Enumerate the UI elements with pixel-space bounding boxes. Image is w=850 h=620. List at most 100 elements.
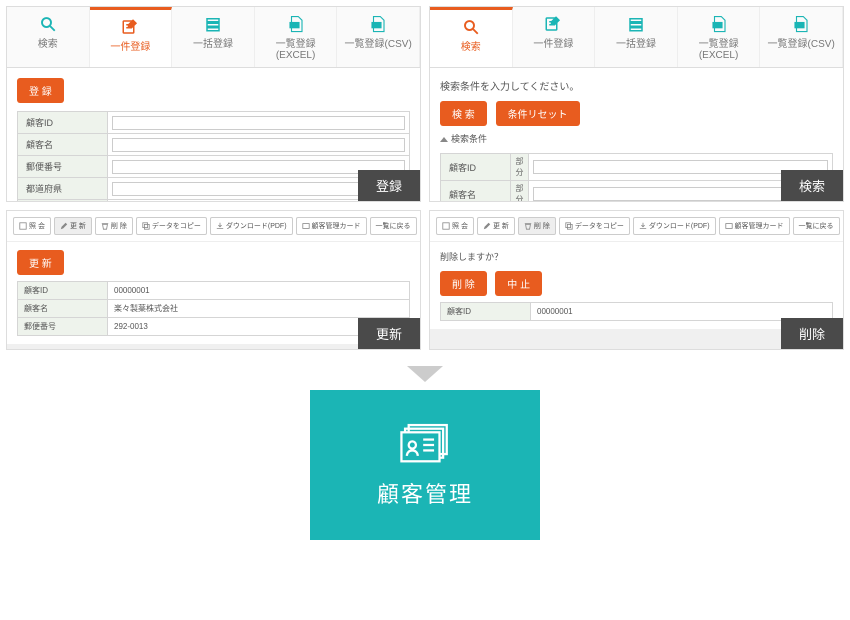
svg-text:CSV: CSV: [796, 23, 804, 27]
condition-header[interactable]: 検索条件: [440, 132, 833, 145]
search-button[interactable]: 検 索: [440, 101, 487, 126]
tab-single-register[interactable]: 一件登録: [90, 7, 173, 67]
tabs: 検索 一件登録 一括登録 XLS 一覧登録(EXCEL) CSV 一覧登録(CS…: [7, 7, 420, 68]
delete-button[interactable]: 削 除: [518, 217, 556, 235]
back-button[interactable]: 一覧に戻る: [793, 217, 840, 235]
card-icon: [725, 222, 733, 230]
reset-button[interactable]: 条件リセット: [496, 101, 580, 126]
toolbar: 照 会 更 新 削 除 データをコピー ダウンロード(PDF) 顧客管理カード …: [7, 211, 420, 242]
tab-list-csv[interactable]: CSV 一覧登録(CSV): [337, 7, 420, 67]
arrow-down-icon: [407, 366, 443, 382]
svg-text:XLS: XLS: [291, 23, 299, 27]
update-table: 顧客ID00000001 顧客名楽々製薬株式会社 郵便番号292-0013: [17, 281, 410, 336]
svg-text:XLS: XLS: [714, 23, 722, 27]
excel-icon: XLS: [287, 15, 305, 33]
trash-icon: [101, 222, 109, 230]
search-conditions: 検索条件 顧客ID部分 顧客名部分: [440, 132, 833, 202]
match-mode: 部分: [511, 154, 529, 181]
field-value: 00000001: [108, 282, 410, 300]
condition-table: 顧客ID部分 顧客名部分: [440, 153, 833, 202]
back-button[interactable]: 一覧に戻る: [370, 217, 417, 235]
card-button[interactable]: 顧客管理カード: [719, 217, 790, 235]
field-label: 顧客ID: [18, 282, 108, 300]
tab-label: 一件登録: [533, 39, 573, 50]
tab-list-excel[interactable]: XLS 一覧登録(EXCEL): [255, 7, 338, 67]
card-icon: [302, 222, 310, 230]
update-button[interactable]: 更 新: [54, 217, 92, 235]
customer-name-input[interactable]: [112, 138, 405, 152]
result-card: 顧客管理: [310, 390, 540, 540]
field-label: 顧客名: [18, 300, 108, 318]
delete-confirm-button[interactable]: 削 除: [440, 271, 487, 296]
delete-table: 顧客ID00000001: [440, 302, 833, 321]
delete-content: 削除しますか？ 削 除 中 止 顧客ID00000001: [430, 242, 843, 329]
csv-icon: CSV: [369, 15, 387, 33]
panel-badge: 削除: [781, 318, 843, 349]
panel-badge: 登録: [358, 170, 420, 201]
tab-label: 一覧登録(EXCEL): [699, 39, 739, 61]
copy-icon: [565, 222, 573, 230]
pencil-icon: [483, 222, 491, 230]
update-submit-button[interactable]: 更 新: [17, 250, 64, 275]
tab-label: 一覧登録(CSV): [345, 39, 412, 50]
tab-bulk-register[interactable]: 一括登録: [172, 7, 255, 67]
download-icon: [639, 222, 647, 230]
field-label: 顧客名: [18, 134, 108, 156]
tab-label: 一括登録: [193, 39, 233, 50]
panel-badge: 検索: [781, 170, 843, 201]
field-label: 顧客名: [441, 181, 511, 203]
tab-single-register[interactable]: 一件登録: [513, 7, 596, 67]
tab-label: 一括登録: [616, 39, 656, 50]
download-button[interactable]: ダウンロード(PDF): [210, 217, 293, 235]
result-title: 顧客管理: [377, 477, 473, 509]
excel-icon: XLS: [710, 15, 728, 33]
tab-list-excel[interactable]: XLS 一覧登録(EXCEL): [678, 7, 761, 67]
trash-icon: [524, 222, 532, 230]
field-label: 住所: [18, 200, 108, 203]
tab-list-csv[interactable]: CSV 一覧登録(CSV): [760, 7, 843, 67]
customer-card-icon: [396, 421, 454, 469]
panel-badge: 更新: [358, 318, 420, 349]
tab-bulk-register[interactable]: 一括登録: [595, 7, 678, 67]
stack-icon: [627, 15, 645, 33]
doc-icon: [442, 222, 450, 230]
copy-icon: [142, 222, 150, 230]
copy-button[interactable]: データをコピー: [136, 217, 207, 235]
card-button[interactable]: 顧客管理カード: [296, 217, 367, 235]
tab-label: 一件登録: [110, 42, 150, 53]
tab-label: 検索: [461, 42, 481, 53]
view-button[interactable]: 照 会: [13, 217, 51, 235]
caret-up-icon: [440, 137, 448, 142]
stack-icon: [204, 15, 222, 33]
register-form: 顧客ID 顧客名 郵便番号 都道府県 住所: [17, 111, 410, 202]
tab-search[interactable]: 検索: [7, 7, 90, 67]
customer-id-input[interactable]: [112, 116, 405, 130]
tab-label: 検索: [38, 39, 58, 50]
edit-icon: [121, 18, 139, 36]
doc-icon: [19, 222, 27, 230]
search-hint: 検索条件を入力してください。: [440, 78, 833, 93]
update-button[interactable]: 更 新: [477, 217, 515, 235]
delete-panel: 照 会 更 新 削 除 データをコピー ダウンロード(PDF) 顧客管理カード …: [429, 210, 844, 350]
delete-button[interactable]: 削 除: [95, 217, 133, 235]
field-label: 郵便番号: [18, 318, 108, 336]
register-button[interactable]: 登 録: [17, 78, 64, 103]
tab-label: 一覧登録(CSV): [768, 39, 835, 50]
field-label: 顧客ID: [18, 112, 108, 134]
tab-label: 一覧登録(EXCEL): [276, 39, 316, 61]
svg-text:CSV: CSV: [373, 23, 381, 27]
view-button[interactable]: 照 会: [436, 217, 474, 235]
delete-confirm-text: 削除しますか？: [440, 250, 833, 263]
field-value: 楽々製薬株式会社: [108, 300, 410, 318]
tab-search[interactable]: 検索: [430, 7, 513, 67]
match-mode: 部分: [511, 181, 529, 203]
pencil-icon: [60, 222, 68, 230]
field-label: 郵便番号: [18, 156, 108, 178]
copy-button[interactable]: データをコピー: [559, 217, 630, 235]
search-panel: 検索 一件登録 一括登録 XLS 一覧登録(EXCEL) CSV 一覧登録(CS…: [429, 6, 844, 202]
field-label: 顧客ID: [441, 154, 511, 181]
download-button[interactable]: ダウンロード(PDF): [633, 217, 716, 235]
delete-cancel-button[interactable]: 中 止: [495, 271, 542, 296]
register-panel: 検索 一件登録 一括登録 XLS 一覧登録(EXCEL) CSV 一覧登録(CS…: [6, 6, 421, 202]
csv-icon: CSV: [792, 15, 810, 33]
